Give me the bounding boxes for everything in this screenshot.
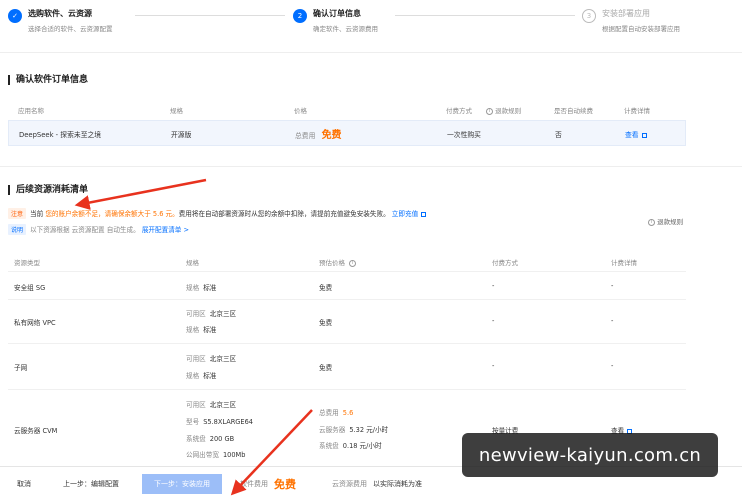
recharge-link[interactable]: 立即充值 — [392, 210, 427, 218]
cloud-fee-value: 以实际消耗为准 — [373, 480, 422, 488]
prev-step-button[interactable]: 上一步：编辑配置 — [58, 474, 124, 494]
info-icon: i — [486, 107, 493, 115]
step-desc: 根据配置自动安装部署应用 — [602, 25, 680, 33]
balance-notice: 注意 当前 您的账户余额不足，请确保余额大于 5.6 元。费用将在自动部署资源时从… — [8, 208, 427, 219]
cancel-button[interactable]: 取消 — [6, 474, 42, 494]
col-type: 资源类型 — [14, 259, 40, 267]
resource-price: 免费 — [319, 364, 333, 372]
order-detail-link[interactable]: 查看 — [625, 129, 647, 139]
balance-warning: 您的账户余额不足，请确保余额大于 5.6 元。 — [45, 210, 179, 218]
resource-spec: 规格 标准 — [186, 284, 217, 292]
resource-type: 安全组 SG — [14, 284, 46, 292]
app-price-value: 免费 — [321, 130, 342, 141]
col-pay: 付费方式 — [446, 107, 472, 115]
software-fee-value: 免费 — [274, 478, 296, 491]
resource-spec: 系统盘 200 GB — [186, 435, 235, 443]
watermark-banner: newview-kaiyun.com.cn — [462, 433, 718, 477]
col-pay: 付费方式 — [492, 259, 518, 267]
divider — [0, 166, 742, 167]
app-price: 总费用 免费 — [295, 130, 342, 141]
table-row: 私有网络 VPC 可用区 北京三区 规格 标准 免费 - - — [8, 300, 686, 344]
resource-spec: 可用区 北京三区 — [186, 401, 237, 409]
col-auto: 是否自动续费 — [554, 107, 593, 115]
resource-price: 免费 — [319, 284, 333, 292]
col-detail: 计费详情 — [624, 107, 650, 115]
next-step-button[interactable]: 下一步：安装应用 — [142, 474, 222, 494]
step-deploy: 3 安装部署应用 根据配置自动安装部署应用 — [582, 8, 680, 33]
arrow-balance — [74, 178, 207, 210]
resource-price: 免费 — [319, 319, 333, 327]
col-price: 价格 — [294, 107, 307, 115]
resource-type: 子网 — [14, 364, 28, 372]
config-info: 说明 以下资源根据 云资源配置 自动生成。 展开配置清单 > — [8, 224, 189, 235]
step-desc: 确定软件、云资源费用 — [313, 25, 378, 33]
resource-price-total: 总费用 5.6 — [319, 409, 354, 417]
order-row: DeepSeek - 探索未至之境 开源版 总费用 免费 一次性购买 否 查看 — [8, 120, 686, 146]
resource-detail: - — [611, 362, 614, 370]
resource-spec: 可用区 北京三区 — [186, 310, 237, 318]
resource-type: 私有网络 VPC — [14, 319, 56, 327]
resource-pay: - — [492, 317, 495, 325]
resource-spec: 规格 标准 — [186, 372, 217, 380]
resource-spec: 公网出带宽 100Mb — [186, 451, 246, 459]
resource-pay: - — [492, 362, 495, 370]
resource-price-line: 云服务器 5.32 元/小时 — [319, 426, 389, 434]
app-spec: 开源版 — [171, 131, 192, 139]
order-table-header: 应用名称 规格 价格 付费方式 i 退款规则 是否自动续费 计费详情 — [8, 98, 686, 120]
cloud-fee: 云资源费用 以实际消耗为准 — [332, 480, 422, 488]
step-confirm: 2 确认订单信息 确定软件、云资源费用 — [293, 8, 378, 33]
resource-pay: - — [492, 282, 495, 290]
info-tag: 说明 — [8, 224, 27, 235]
check-icon: ✓ — [8, 9, 22, 23]
resource-spec: 可用区 北京三区 — [186, 355, 237, 363]
resource-spec: 型号 S5.8XLARGE64 — [186, 418, 253, 426]
col-name: 应用名称 — [18, 107, 44, 115]
step-connector — [395, 15, 575, 16]
resource-detail: - — [611, 317, 614, 325]
divider — [0, 52, 742, 53]
table-row: 安全组 SG 规格 标准 免费 - - — [8, 272, 686, 300]
info-icon: i — [648, 218, 655, 226]
table-row: 子网 可用区 北京三区 规格 标准 免费 - - — [8, 344, 686, 390]
step-title: 安装部署应用 — [602, 9, 650, 18]
software-fee: 软件费用 免费 — [240, 478, 296, 491]
step-desc: 选择合适的软件、云资源配置 — [28, 25, 113, 33]
resource-price-line: 系统盘 0.18 元/小时 — [319, 442, 382, 450]
info-icon: i — [349, 259, 357, 267]
order-section-title: 确认软件订单信息 — [8, 75, 88, 85]
refund-rule-link[interactable]: i 退款规则 — [484, 105, 521, 115]
resources-section-title: 后续资源消耗清单 — [8, 185, 88, 195]
stepper: ✓ 选购软件、云资源 选择合适的软件、云资源配置 2 确认订单信息 确定软件、云… — [0, 0, 742, 48]
step-connector — [135, 15, 285, 16]
step-title: 选购软件、云资源 — [28, 9, 92, 18]
col-spec: 规格 — [186, 259, 199, 267]
external-link-icon — [421, 211, 427, 217]
col-price: 预估价格 i — [319, 257, 357, 267]
resource-detail: - — [611, 282, 614, 290]
resource-spec: 规格 标准 — [186, 326, 217, 334]
step-select: ✓ 选购软件、云资源 选择合适的软件、云资源配置 — [8, 8, 113, 33]
step-number: 3 — [582, 9, 596, 23]
external-link-icon — [641, 132, 647, 138]
step-title: 确认订单信息 — [313, 9, 361, 18]
app-name: DeepSeek - 探索未至之境 — [19, 131, 102, 139]
col-detail: 计费详情 — [611, 259, 637, 267]
resource-refund-rule-link[interactable]: i 退款规则 — [646, 216, 683, 226]
resource-table-header: 资源类型 规格 预估价格 i 付费方式 计费详情 — [8, 250, 686, 272]
step-number: 2 — [293, 9, 307, 23]
expand-config-link[interactable]: 展开配置清单 > — [142, 226, 189, 234]
app-pay: 一次性购买 — [447, 131, 481, 139]
col-spec: 规格 — [170, 107, 183, 115]
notice-tag: 注意 — [8, 208, 27, 219]
resource-type: 云服务器 CVM — [14, 427, 58, 435]
app-auto-renew: 否 — [555, 131, 562, 139]
